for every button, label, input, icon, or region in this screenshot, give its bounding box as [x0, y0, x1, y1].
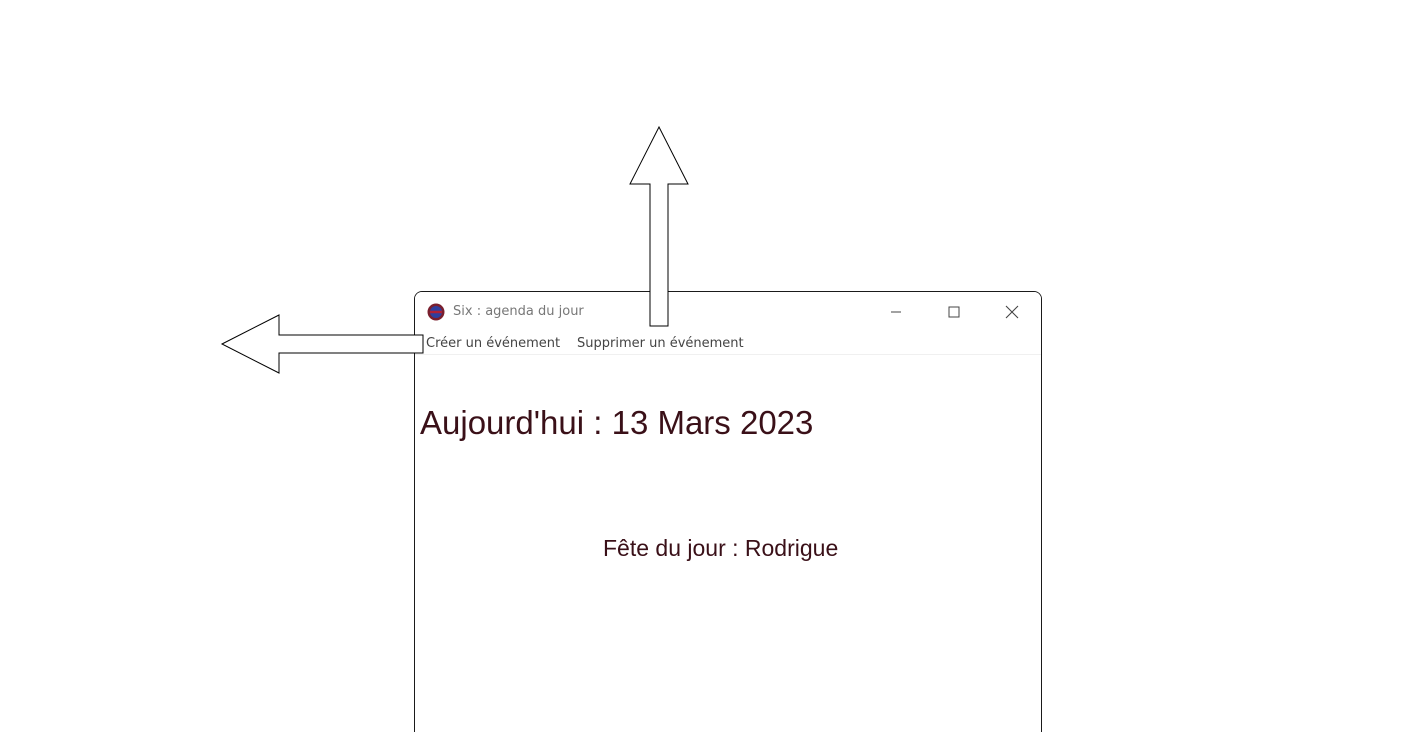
minimize-button[interactable]	[867, 292, 925, 332]
title-bar[interactable]: Six : agenda du jour	[415, 292, 1041, 332]
app-logo-icon	[427, 303, 445, 321]
maximize-button[interactable]	[925, 292, 983, 332]
date-heading: Aujourd'hui : 13 Mars 2023	[420, 404, 814, 441]
menu-bar: Créer un événement Supprimer un événemen…	[415, 332, 1041, 355]
menu-delete-event[interactable]: Supprimer un événement	[577, 336, 744, 351]
app-window: Six : agenda du jour Créer un événement …	[414, 291, 1042, 732]
menu-create-event[interactable]: Créer un événement	[426, 336, 560, 351]
minimize-icon	[891, 311, 901, 313]
close-button[interactable]	[983, 292, 1041, 332]
maximize-icon	[948, 306, 960, 318]
name-day-label: Fête du jour : Rodrigue	[603, 535, 839, 561]
close-icon	[1005, 305, 1019, 319]
left-arrow-icon	[220, 314, 424, 374]
screen: Six : agenda du jour Créer un événement …	[0, 0, 1404, 732]
window-title: Six : agenda du jour	[453, 304, 584, 319]
up-arrow-icon	[629, 125, 689, 327]
